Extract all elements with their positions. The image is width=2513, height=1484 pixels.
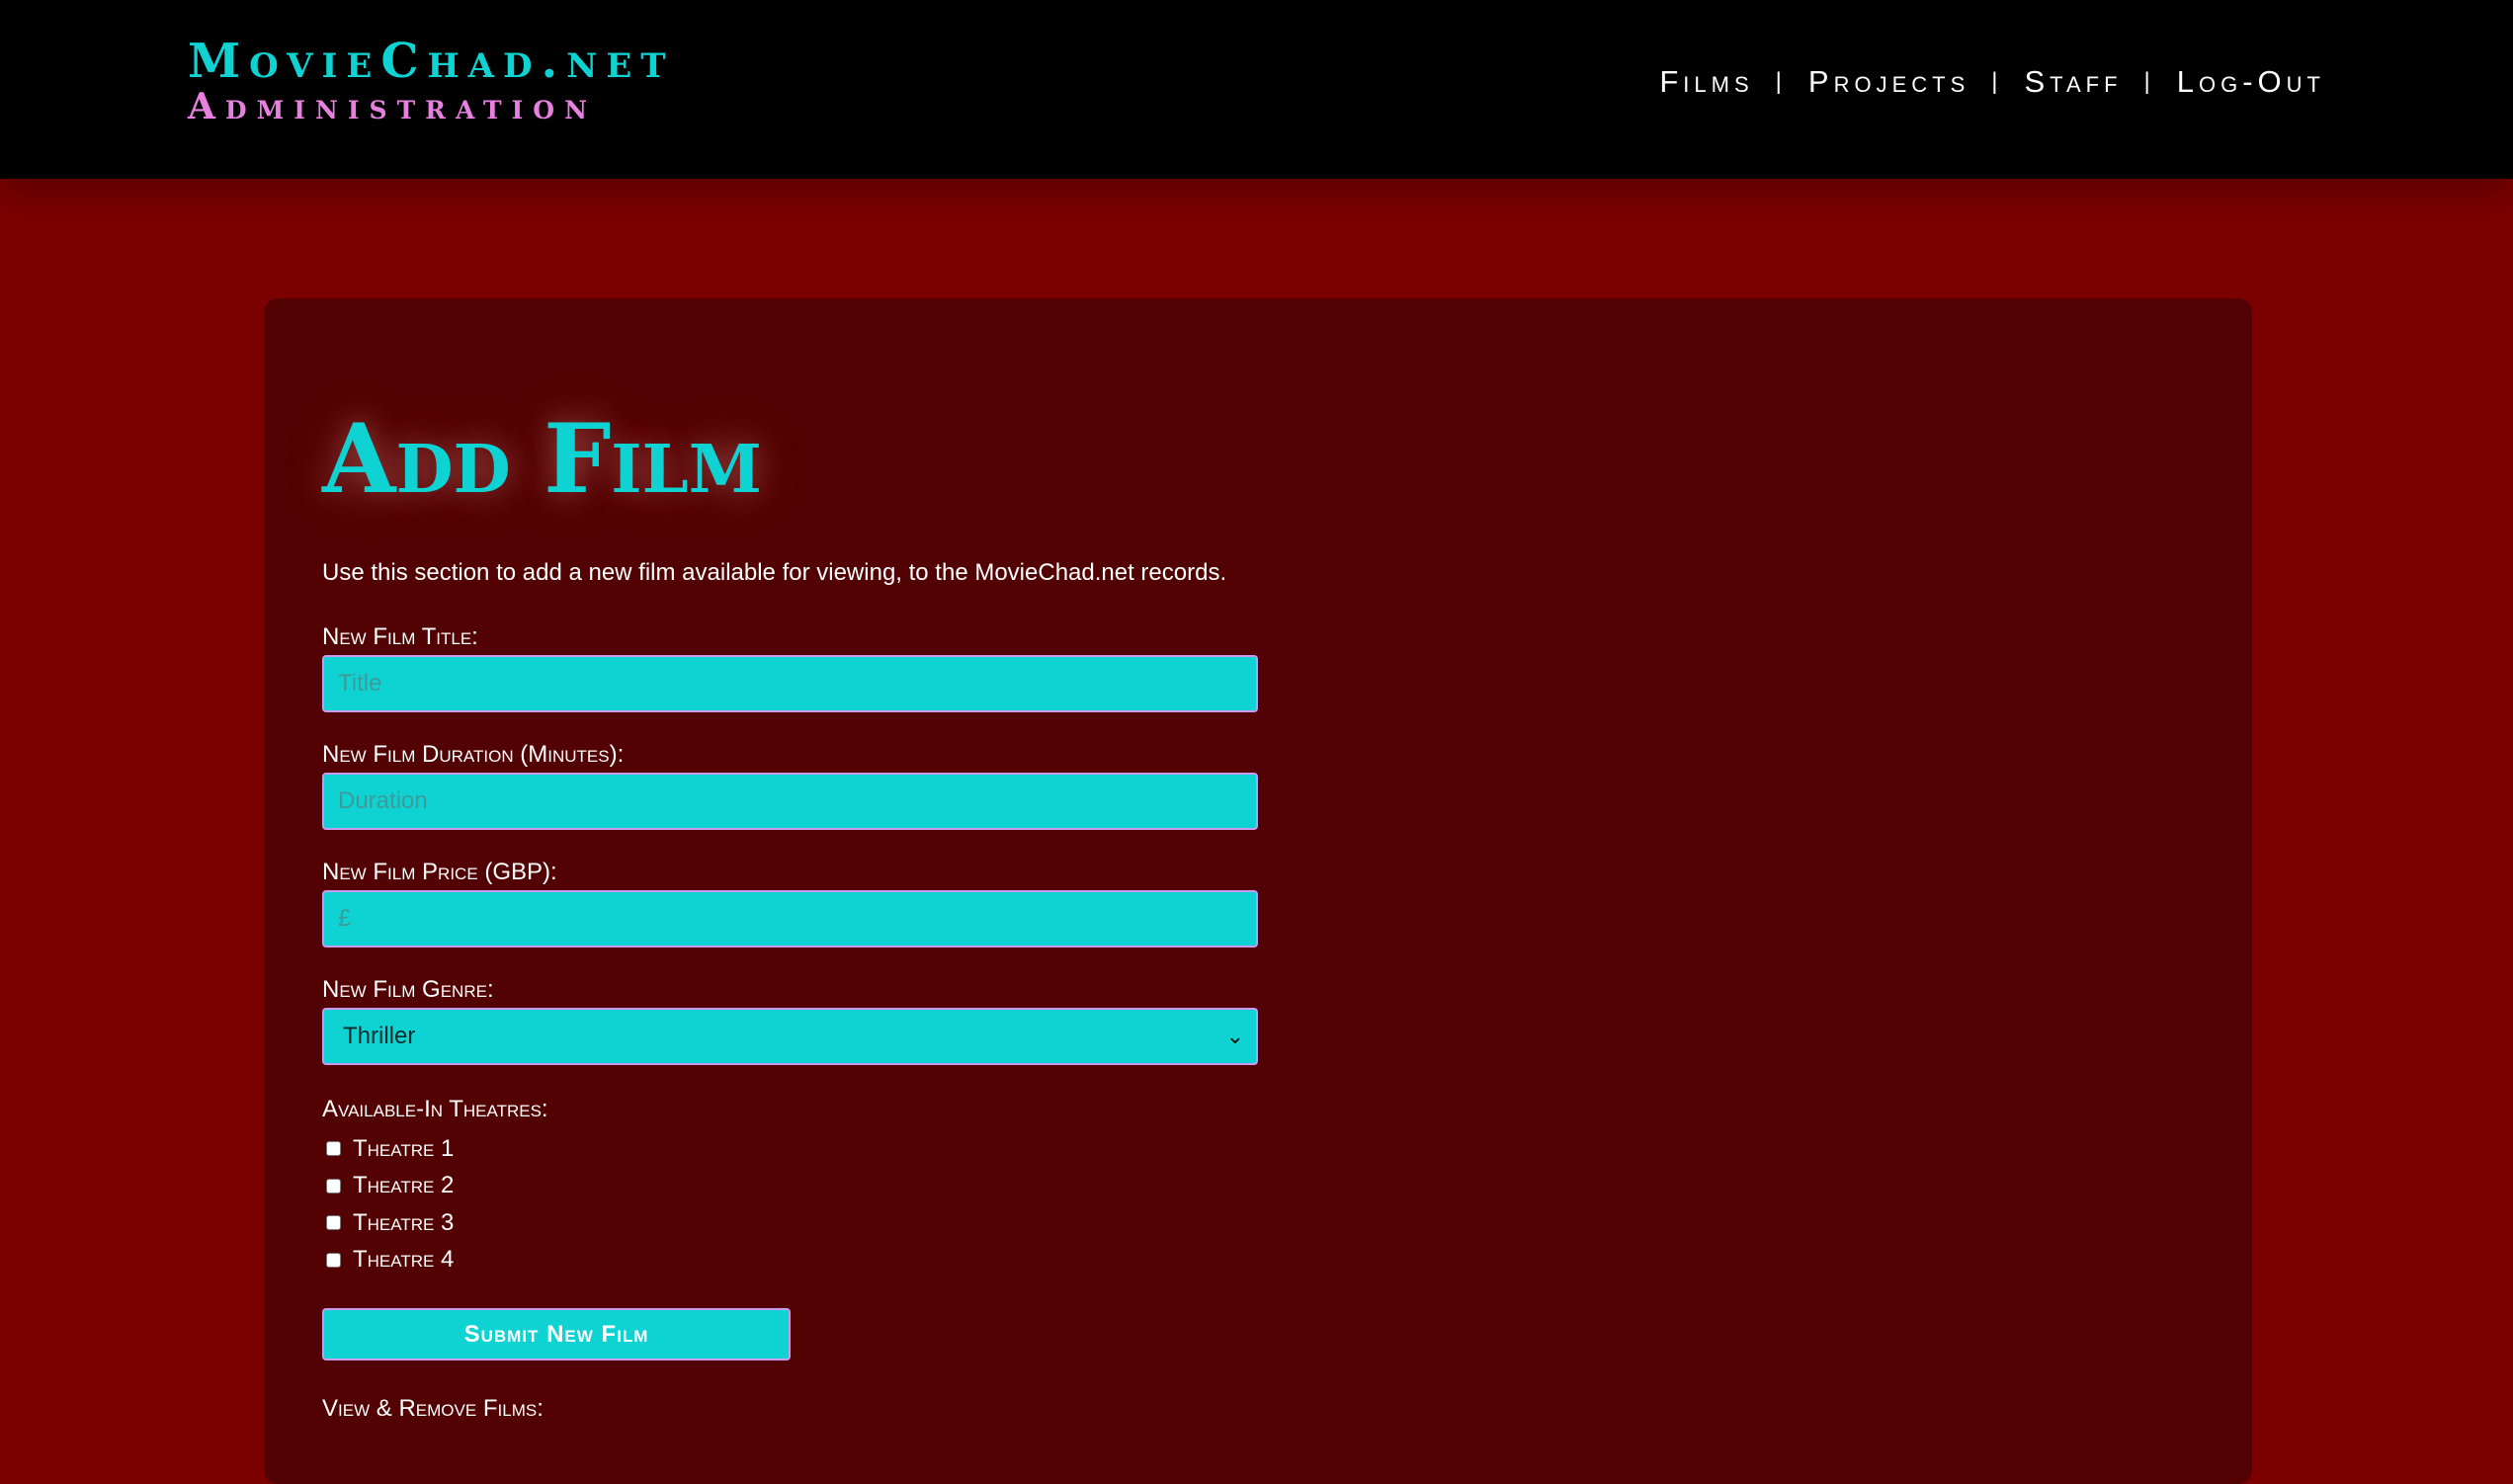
theatre-option[interactable]: Theatre 1 (326, 1130, 454, 1168)
theatre-checkbox-list: Theatre 1 Theatre 2 Theatre 3 Theatre 4 (326, 1130, 454, 1278)
submit-new-film-button[interactable]: Submit New Film (322, 1308, 791, 1360)
theatre-option[interactable]: Theatre 2 (326, 1168, 454, 1205)
theatre-option[interactable]: Theatre 3 (326, 1204, 454, 1242)
theatre-4-checkbox[interactable] (326, 1252, 341, 1268)
nav-separator: | (2143, 68, 2155, 95)
film-title-label: New Film Title: (322, 623, 478, 650)
film-genre-select[interactable]: Thriller ⌄ (322, 1008, 1258, 1065)
theatre-1-label: Theatre 1 (353, 1134, 455, 1162)
theatres-label: Available-In Theatres: (322, 1096, 548, 1122)
theatre-2-checkbox[interactable] (326, 1178, 341, 1194)
film-genre-label: New Film Genre: (322, 976, 494, 1003)
film-duration-label: New Film Duration (Minutes): (322, 741, 625, 768)
film-price-input[interactable] (322, 890, 1258, 948)
theatre-option[interactable]: Theatre 4 (326, 1242, 454, 1279)
intro-text: Use this section to add a new film avail… (322, 559, 1227, 586)
genre-selected-value: Thriller (343, 1023, 416, 1049)
brand-title: MovieChad.net (188, 34, 675, 89)
theatre-3-checkbox[interactable] (326, 1215, 341, 1231)
main-nav: Films | Projects | Staff | Log-Out (1659, 64, 2325, 100)
site-header: MovieChad.net Administration Films | Pro… (0, 0, 2513, 179)
page-title: Add Film (322, 403, 762, 515)
view-remove-films-label: View & Remove Films: (322, 1395, 544, 1422)
nav-logout-link[interactable]: Log-Out (2177, 64, 2325, 100)
nav-separator: | (1775, 68, 1787, 95)
film-price-label: New Film Price (GBP): (322, 859, 557, 885)
theatre-1-checkbox[interactable] (326, 1141, 341, 1157)
brand-subtitle: Administration (188, 86, 597, 127)
chevron-down-icon: ⌄ (1225, 1024, 1244, 1048)
nav-films-link[interactable]: Films (1659, 64, 1753, 100)
film-duration-input[interactable] (322, 773, 1258, 830)
nav-separator: | (1991, 68, 2003, 95)
theatre-4-label: Theatre 4 (353, 1246, 455, 1274)
theatre-2-label: Theatre 2 (353, 1172, 455, 1199)
film-title-input[interactable] (322, 655, 1258, 712)
nav-projects-link[interactable]: Projects (1808, 64, 1969, 100)
nav-staff-link[interactable]: Staff (2024, 64, 2122, 100)
theatre-3-label: Theatre 3 (353, 1208, 455, 1236)
brand-logo[interactable]: MovieChad.net Administration (188, 36, 675, 126)
